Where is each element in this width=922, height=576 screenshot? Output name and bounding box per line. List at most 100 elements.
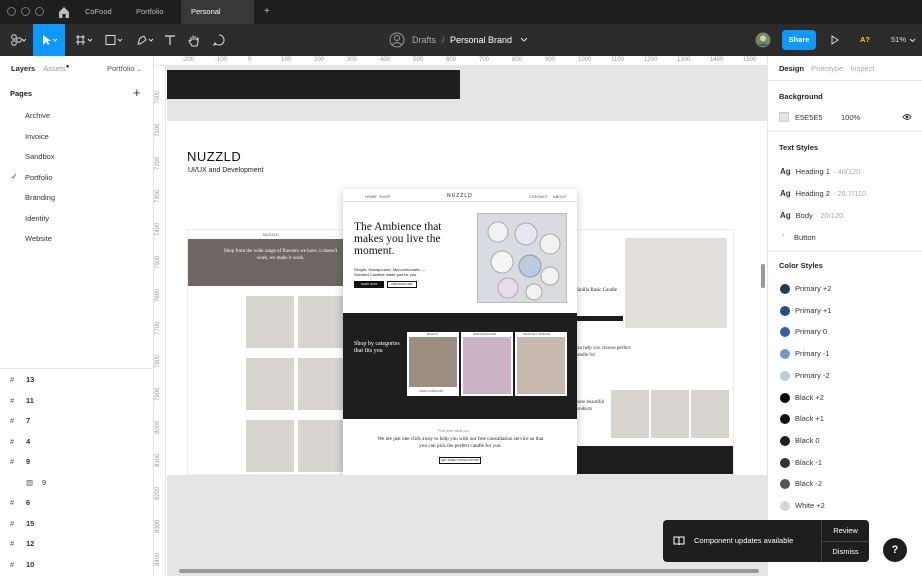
layer-item[interactable]: #10 <box>10 560 34 569</box>
background-opacity[interactable]: 100% <box>841 113 860 122</box>
mock-nav-about[interactable]: ABOUT <box>553 194 567 199</box>
text-tool-button[interactable] <box>160 24 180 56</box>
dismiss-button[interactable]: Dismiss <box>822 541 869 562</box>
color-style-item[interactable]: Primary +1 <box>780 306 831 316</box>
layer-item[interactable]: #13 <box>10 375 34 384</box>
mock-consultation-button[interactable]: GET FREE CONSULTATION <box>439 457 481 464</box>
hand-tool-button[interactable] <box>184 24 204 56</box>
layer-item[interactable]: #6 <box>10 498 30 507</box>
page-item-portfolio[interactable]: ✓ Portfolio <box>11 172 53 182</box>
team-avatar[interactable] <box>387 24 407 56</box>
page-item-branding[interactable]: Branding <box>25 193 55 202</box>
window-controls[interactable] <box>7 7 44 16</box>
help-button[interactable]: ? <box>883 538 907 562</box>
tab-assets[interactable]: Assets <box>43 64 66 73</box>
close-window-icon[interactable] <box>7 7 16 16</box>
color-style-item[interactable]: Black +1 <box>780 414 824 425</box>
zoom-menu[interactable]: 51% <box>891 24 906 56</box>
color-style-item[interactable]: Primary +2 <box>780 284 831 295</box>
mock-nav-home[interactable]: HOME <box>365 194 377 199</box>
background-hex[interactable]: E5E5E5 <box>795 113 823 122</box>
home-icon[interactable] <box>58 5 70 19</box>
ruler-tick: 7900 <box>155 387 161 401</box>
layer-item[interactable]: #9 <box>10 457 30 466</box>
color-style-item[interactable]: Black -1 <box>780 458 822 468</box>
comment-tool-button[interactable] <box>208 24 230 56</box>
color-swatch <box>780 479 790 490</box>
layer-item[interactable]: #12 <box>10 539 34 548</box>
mock-shop-now-button[interactable]: SHOP NOW <box>354 281 384 288</box>
chevron-right-icon[interactable]: › <box>782 233 784 239</box>
mock-nav-shop[interactable]: SHOP <box>379 194 390 199</box>
zoom-chevron-icon[interactable] <box>907 24 917 56</box>
mock-category-card[interactable]: BASICS VIEW CATEGORY <box>407 332 459 396</box>
new-tab-button[interactable]: + <box>254 0 280 24</box>
share-button[interactable]: Share <box>782 30 816 50</box>
mockup-home-page[interactable]: HOME SHOP NUZZLD CONTACT ABOUT The Ambie… <box>343 189 577 475</box>
vertical-scrollbar[interactable] <box>761 264 765 288</box>
text-style-item[interactable]: Ag Heading 2 · 26.7/110 <box>780 189 866 198</box>
text-style-item[interactable]: Ag Heading 1 · 40/120 <box>780 167 860 176</box>
move-tool-button[interactable] <box>33 24 65 56</box>
avatar[interactable] <box>753 24 773 56</box>
shape-tool-button[interactable] <box>100 24 128 56</box>
layer-item[interactable]: #11 <box>10 396 34 405</box>
minimize-window-icon[interactable] <box>21 7 30 16</box>
mock-category-card[interactable]: MONTHLY SPECIAL <box>515 332 567 396</box>
tab-personal-brand[interactable]: Personal Brand× <box>181 0 254 40</box>
page-item-invoice[interactable]: Invoice <box>25 132 49 141</box>
color-style-item[interactable]: Primary -1 <box>780 349 830 360</box>
main-menu-button[interactable] <box>4 24 32 56</box>
breadcrumb-folder[interactable]: Drafts <box>412 24 436 56</box>
mock-nav-contact[interactable]: CONTACT <box>529 194 548 199</box>
ruler-tick: 700 <box>479 57 490 63</box>
text-style-item[interactable]: Ag Body · 20/120 <box>780 211 843 220</box>
tab-portfolio[interactable]: Portfolio <box>126 0 174 24</box>
mock-personalize-button[interactable]: PERSONALIZE <box>387 281 417 288</box>
layer-item[interactable]: ▨ 9 <box>26 478 46 487</box>
portfolio-frame[interactable]: NUZZLD UI/UX and Development NUZZLD Shop… <box>167 121 767 475</box>
mockup-product-page[interactable]: Vanilla Basic Candle can help you choose… <box>572 229 734 475</box>
frame-above-dark[interactable] <box>167 70 460 99</box>
tab-prototype[interactable]: Prototype <box>811 64 843 73</box>
mock-product-image <box>691 390 729 438</box>
color-style-item[interactable]: Black 0 <box>780 436 820 446</box>
button-style-group[interactable]: Button <box>794 233 816 242</box>
page-item-identity[interactable]: Identity <box>25 214 49 223</box>
tab-layers[interactable]: Layers <box>11 64 35 73</box>
tab-cofood[interactable]: CoFood <box>75 0 122 24</box>
frame-tool-button[interactable] <box>70 24 98 56</box>
file-name[interactable]: Personal Brand <box>450 24 512 56</box>
tab-inspect[interactable]: Inspect <box>850 64 874 73</box>
maximize-window-icon[interactable] <box>35 7 44 16</box>
page-item-website[interactable]: Website <box>25 234 52 243</box>
mock-product-image <box>246 296 294 348</box>
page-menu[interactable]: Portfolio ⌄ <box>107 64 142 73</box>
layer-item[interactable]: #15 <box>10 519 34 528</box>
ruler-tick: 8300 <box>155 519 161 533</box>
layer-item[interactable]: #7 <box>10 416 30 425</box>
color-style-item[interactable]: Primary 0 <box>780 327 827 338</box>
color-style-item[interactable]: Black -2 <box>780 479 822 490</box>
mock-category-card[interactable]: PERSONALIZED <box>461 332 513 396</box>
toast-message: Component updates available <box>694 536 794 545</box>
mockup-shop-page[interactable]: NUZZLD Shop from the wide range of flavo… <box>187 229 347 475</box>
mock-cat-button[interactable]: VIEW CATEGORY <box>419 389 444 393</box>
color-style-item[interactable]: Black +2 <box>780 393 824 403</box>
add-page-icon[interactable]: + <box>133 85 141 100</box>
review-button[interactable]: Review <box>822 520 869 541</box>
color-style-item[interactable]: White +2 <box>780 501 825 512</box>
present-button[interactable] <box>827 24 843 56</box>
eye-icon[interactable] <box>902 113 912 121</box>
color-style-item[interactable]: Primary -2 <box>780 371 830 381</box>
ai-badge[interactable]: A? <box>860 24 870 56</box>
page-item-archive[interactable]: Archive <box>25 111 50 120</box>
horizontal-scrollbar[interactable] <box>179 569 759 573</box>
file-menu-chevron-icon[interactable] <box>518 24 530 56</box>
pen-tool-button[interactable] <box>131 24 159 56</box>
layer-item[interactable]: #4 <box>10 437 30 446</box>
page-item-sandbox[interactable]: Sandbox <box>25 152 55 161</box>
canvas[interactable]: NUZZLD UI/UX and Development NUZZLD Shop… <box>167 66 767 576</box>
tab-design[interactable]: Design <box>779 64 804 73</box>
background-swatch[interactable] <box>779 112 789 122</box>
